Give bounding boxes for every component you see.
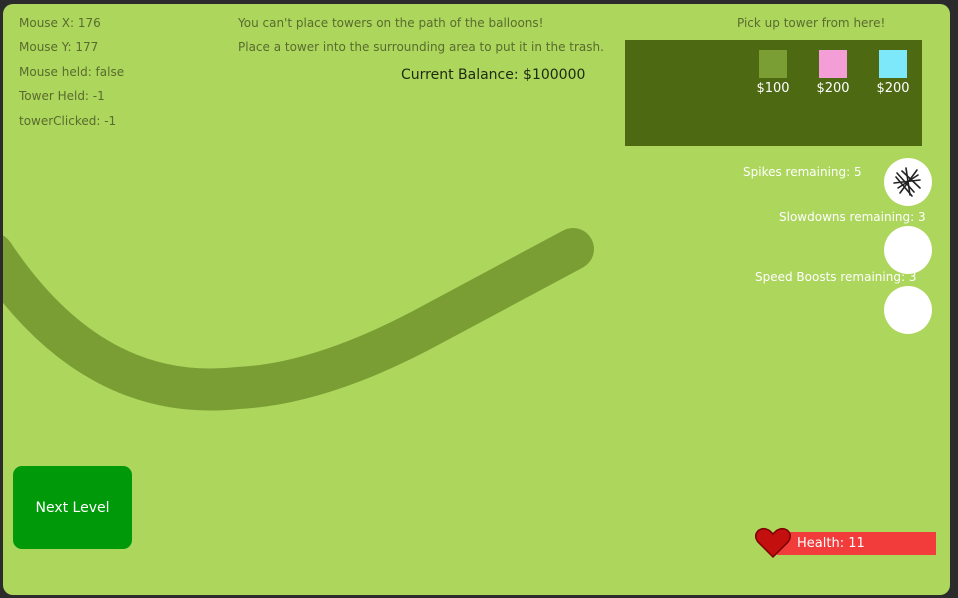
tower-3-swatch[interactable] <box>879 50 907 78</box>
spikes-icon <box>893 167 921 197</box>
debug-tower-clicked: towerClicked: -1 <box>19 114 117 128</box>
shop-tower-2[interactable]: $200 <box>811 50 855 96</box>
tower-2-swatch[interactable] <box>819 50 847 78</box>
speed-boosts-remaining-label: Speed Boosts remaining: 3 <box>755 270 917 284</box>
heart-icon <box>755 527 791 559</box>
pickup-hint: Pick up tower from here! <box>737 16 886 30</box>
shop-tower-1[interactable]: $100 <box>751 50 795 96</box>
tower-2-price: $200 <box>816 81 850 96</box>
tower-shop-panel: $100 $200 $200 <box>625 40 922 146</box>
speed-boost-button[interactable] <box>884 286 932 334</box>
tower-1-swatch[interactable] <box>759 50 787 78</box>
debug-tower-held: Tower Held: -1 <box>19 89 105 103</box>
trash-hint-text: Place a tower into the surrounding area … <box>238 40 604 54</box>
tower-3-price: $200 <box>876 81 910 96</box>
debug-mouse-x: Mouse X: 176 <box>19 16 101 30</box>
next-level-button[interactable]: Next Level <box>13 466 132 549</box>
spikes-button[interactable] <box>884 158 932 206</box>
game-canvas[interactable]: Mouse X: 176 Mouse Y: 177 Mouse held: fa… <box>3 4 950 595</box>
tower-1-price: $100 <box>756 81 790 96</box>
debug-mouse-y: Mouse Y: 177 <box>19 40 99 54</box>
current-balance: Current Balance: $100000 <box>401 67 586 83</box>
health-bar: Health: 11 <box>777 532 936 555</box>
debug-mouse-held: Mouse held: false <box>19 65 125 79</box>
spikes-remaining-label: Spikes remaining: 5 <box>743 165 862 179</box>
shop-tower-3[interactable]: $200 <box>871 50 915 96</box>
slowdowns-remaining-label: Slowdowns remaining: 3 <box>779 210 926 224</box>
slowdown-button[interactable] <box>884 226 932 274</box>
path-warning-text: You can't place towers on the path of th… <box>238 16 544 30</box>
